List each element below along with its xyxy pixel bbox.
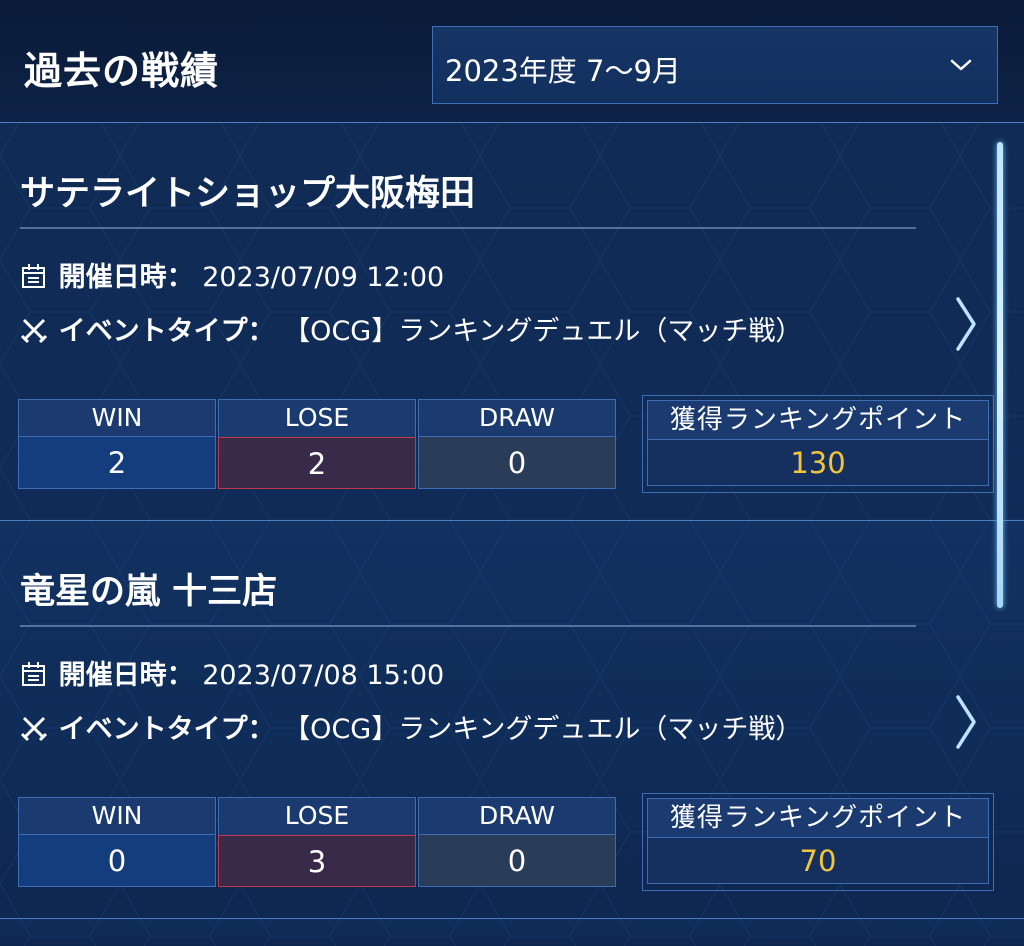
record-card[interactable]: サテライトショップ大阪梅田 開催日時： 2023/07/09 12:00 イベン… (0, 122, 1024, 520)
divider (20, 227, 916, 229)
chevron-down-icon (950, 59, 972, 71)
draw-stat: DRAW 0 (418, 797, 616, 887)
crossed-swords-icon (20, 318, 48, 344)
shop-name: 竜星の嵐 十三店 (20, 572, 278, 612)
points-value: 70 (647, 838, 989, 884)
points-stat: 獲得ランキングポイント 130 (642, 395, 994, 493)
lose-label: LOSE (218, 797, 416, 835)
shop-name: サテライトショップ大阪梅田 (20, 174, 476, 214)
win-label: WIN (18, 797, 216, 835)
chevron-right-icon[interactable] (950, 293, 980, 355)
event-type-label: イベントタイプ： (58, 316, 275, 347)
draw-label: DRAW (418, 399, 616, 437)
period-select-value: 2023年度 7〜9月 (445, 54, 681, 88)
record-card[interactable]: 竜星の嵐 十三店 開催日時： 2023/07/08 15:00 イベントタイプ： (0, 520, 1024, 918)
date-row: 開催日時： 2023/07/08 15:00 (20, 653, 444, 692)
date-row: 開催日時： 2023/07/09 12:00 (20, 255, 444, 294)
lose-stat: LOSE 3 (218, 797, 416, 887)
lose-label: LOSE (218, 399, 416, 437)
draw-value: 0 (418, 437, 616, 489)
draw-stat: DRAW 0 (418, 399, 616, 489)
date-value: 2023/07/08 15:00 (202, 660, 445, 691)
win-value: 2 (18, 437, 216, 489)
win-value: 0 (18, 835, 216, 887)
header: 過去の戦績 2023年度 7〜9月 (0, 0, 1024, 122)
win-stat: WIN 0 (18, 797, 216, 887)
win-stat: WIN 2 (18, 399, 216, 489)
lose-stat: LOSE 2 (218, 399, 416, 489)
win-label: WIN (18, 399, 216, 437)
period-select[interactable]: 2023年度 7〜9月 (432, 26, 998, 104)
points-value: 130 (647, 440, 989, 486)
date-label: 開催日時： (58, 262, 194, 293)
event-type-value: 【OCG】ランキングデュエル（マッチ戦） (283, 316, 803, 347)
draw-label: DRAW (418, 797, 616, 835)
crossed-swords-icon (20, 716, 48, 742)
calendar-icon (22, 662, 45, 686)
page-title: 過去の戦績 (24, 49, 220, 93)
points-stat: 獲得ランキングポイント 70 (642, 793, 994, 891)
event-type-row: イベントタイプ： 【OCG】ランキングデュエル（マッチ戦） (20, 707, 802, 746)
date-label: 開催日時： (58, 660, 194, 691)
event-type-row: イベントタイプ： 【OCG】ランキングデュエル（マッチ戦） (20, 309, 802, 348)
points-label: 獲得ランキングポイント (647, 400, 989, 440)
page: 過去の戦績 2023年度 7〜9月 サテライトショップ大阪梅田 開催日時： 20… (0, 0, 1024, 946)
date-value: 2023/07/09 12:00 (202, 262, 445, 293)
divider (20, 625, 916, 627)
scrollbar[interactable] (997, 142, 1003, 608)
chevron-right-icon[interactable] (950, 691, 980, 753)
lose-value: 3 (218, 835, 416, 887)
calendar-icon (22, 264, 45, 288)
event-type-value: 【OCG】ランキングデュエル（マッチ戦） (283, 714, 803, 745)
lose-value: 2 (218, 437, 416, 489)
points-label: 獲得ランキングポイント (647, 798, 989, 838)
event-type-label: イベントタイプ： (58, 714, 275, 745)
draw-value: 0 (418, 835, 616, 887)
record-card[interactable] (0, 918, 1024, 946)
